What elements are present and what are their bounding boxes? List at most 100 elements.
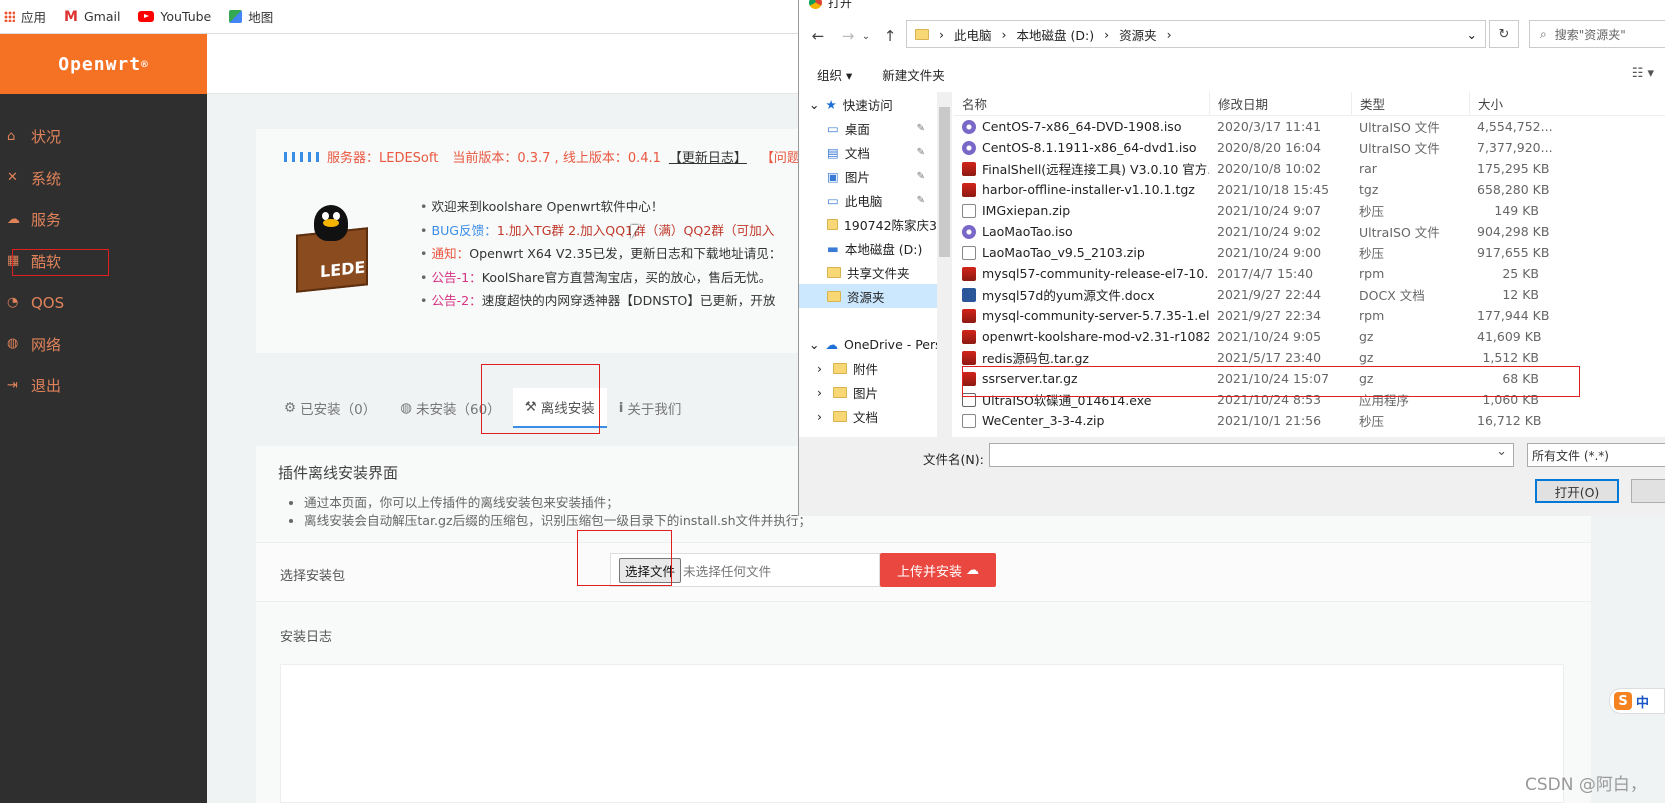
sidebar-item-logout[interactable]: ⇥ 退出 bbox=[0, 365, 207, 407]
file-type: rpm bbox=[1359, 266, 1385, 281]
apps-grid-icon bbox=[4, 11, 15, 22]
doc-icon: ▤ bbox=[827, 144, 839, 160]
globe-icon: ◍ bbox=[400, 400, 412, 416]
changelog-link[interactable]: 【更新日志】 bbox=[669, 147, 747, 166]
sogou-icon: S bbox=[1614, 692, 1632, 710]
bookmark-gmail[interactable]: M Gmail bbox=[64, 9, 120, 25]
desktop-icon: ▭ bbox=[827, 120, 839, 136]
expand-chevron-icon[interactable]: › bbox=[817, 361, 827, 376]
tree-item[interactable]: ▣ 图片 ✎ bbox=[799, 164, 937, 188]
file-name: IMGxiepan.zip bbox=[982, 203, 1071, 218]
column-size[interactable]: 大小 bbox=[1469, 91, 1545, 116]
tree-item[interactable]: 资源夹 bbox=[799, 284, 937, 308]
issue-link[interactable]: 【问题 bbox=[761, 147, 800, 166]
cancel-button[interactable] bbox=[1631, 479, 1665, 503]
ime-indicator[interactable]: S中 bbox=[1609, 688, 1665, 714]
sidebar-item-status[interactable]: ⌂ 状况 bbox=[0, 116, 207, 158]
sidebar-item-network[interactable]: ◍ 网络 bbox=[0, 324, 207, 366]
expand-chevron-icon[interactable]: › bbox=[817, 409, 827, 424]
file-row[interactable]: FinalShell(远程连接工具) V3.0.10 官方... 2020/10/… bbox=[954, 158, 1665, 179]
file-row[interactable]: mysql57d的yum源文件.docx 2021/9/27 22:44 DOCX … bbox=[954, 284, 1665, 305]
tree-item[interactable]: ▭ 桌面 ✎ bbox=[799, 116, 937, 140]
tree-item[interactable]: › 文档 bbox=[799, 404, 937, 428]
notice-welcome: 欢迎来到koolshare Openwrt软件中心！ bbox=[420, 195, 782, 219]
expand-chevron-icon[interactable]: ⌄ bbox=[809, 337, 819, 352]
tree-item[interactable]: › 附件 bbox=[799, 356, 937, 380]
new-folder-button[interactable]: 新建文件夹 bbox=[882, 65, 945, 84]
bookmark-apps[interactable]: 应用 bbox=[4, 7, 46, 26]
search-input[interactable]: ⌕ 搜索"资源夹" bbox=[1529, 20, 1665, 48]
breadcrumb[interactable]: › 此电脑 › 本地磁盘 (D:) › 资源夹 › ⌄ bbox=[906, 20, 1486, 48]
file-row[interactable]: LaoMaoTao.iso 2021/10/24 9:02 UltraISO 文件 9… bbox=[954, 221, 1665, 242]
tree-item[interactable]: 共享文件夹 bbox=[799, 260, 937, 284]
sidebar-nav: ⌂ 状况 ✕ 系统 ☁ 服务 ▦ 酷软 ◔ QOS ◍ 网络 ⇥ 退出 bbox=[0, 94, 207, 407]
file-type: rpm bbox=[1359, 308, 1385, 323]
file-name: CentOS-8.1.1911-x86_64-dvd1.iso bbox=[982, 140, 1197, 155]
tab-installed[interactable]: ⚙ 已安装（0） bbox=[272, 385, 388, 431]
file-name: openwrt-koolshare-mod-v2.31-r1082... bbox=[982, 329, 1209, 344]
filetype-select[interactable]: 所有文件 (*.*) bbox=[1527, 443, 1665, 467]
tree-item[interactable]: › 图片 bbox=[799, 380, 937, 404]
view-options-icon[interactable]: ☷ ▾ bbox=[1632, 66, 1654, 81]
column-name[interactable]: 名称 bbox=[954, 94, 1209, 113]
recent-chevron-icon[interactable]: ⌄ bbox=[861, 31, 871, 42]
iso-file-icon bbox=[962, 140, 976, 155]
file-row[interactable]: redis源码包.tar.gz 2021/5/17 23:40 gz 1,512 KB bbox=[954, 347, 1665, 368]
sidebar-item-system[interactable]: ✕ 系统 bbox=[0, 158, 207, 200]
pin-icon: ✎ bbox=[916, 122, 925, 134]
notice-announce-1: 公告-1：KoolShare官方直营淘宝店，买的放心，售后无忧。 bbox=[420, 266, 782, 290]
column-date[interactable]: 修改日期 bbox=[1209, 91, 1351, 116]
tree-item[interactable]: ▬ 本地磁盘 (D:) bbox=[799, 236, 937, 260]
file-size: 904,298 KB bbox=[1477, 224, 1550, 239]
tab-about[interactable]: i 关于我们 bbox=[607, 385, 694, 431]
file-row[interactable]: IMGxiepan.zip 2021/10/24 9:07 秒压 149 KB bbox=[954, 200, 1665, 221]
file-row[interactable]: LaoMaoTao_v9.5_2103.zip 2021/10/24 9:00 秒压… bbox=[954, 242, 1665, 263]
server-status-line: 服务器：LEDESoft 当前版本：0.3.7 , 线上版本：0.4.1 【更新… bbox=[284, 147, 800, 166]
globe-icon: ◍ bbox=[7, 336, 19, 352]
search-icon: ⌕ bbox=[1540, 26, 1547, 41]
expand-chevron-icon[interactable]: ⌄ bbox=[809, 97, 819, 112]
file-row[interactable]: CentOS-8.1.1911-x86_64-dvd1.iso 2020/8/20… bbox=[954, 137, 1665, 158]
file-row[interactable]: CentOS-7-x86_64-DVD-1908.iso 2020/3/17 11… bbox=[954, 116, 1665, 137]
star-icon: ★ bbox=[825, 96, 837, 112]
file-size: 4,554,752... bbox=[1477, 119, 1553, 134]
penguin-icon bbox=[314, 205, 348, 241]
file-row[interactable]: WeCenter_3-3-4.zip 2021/10/1 21:56 秒压 16,71… bbox=[954, 410, 1665, 431]
tools-icon: ✕ bbox=[7, 170, 18, 186]
tree-scrollbar[interactable] bbox=[937, 92, 952, 437]
navigation-tree: ⌄ ★ 快速访问 ▭ 桌面 ✎ ▤ 文档 ✎ ▣ 图片 ✎ ▭ 此电脑 ✎ 190742陈家庆3 ▬ 本地磁盘 (… bbox=[799, 92, 937, 437]
tree-item[interactable]: 190742陈家庆3 bbox=[799, 212, 937, 236]
forward-arrow-icon[interactable]: → bbox=[837, 27, 859, 45]
upload-install-button[interactable]: 上传并安装 ☁ bbox=[880, 553, 996, 587]
tree-item[interactable]: ⌄ ★ 快速访问 bbox=[799, 92, 937, 116]
breadcrumb-dropdown-icon[interactable]: ⌄ bbox=[1467, 27, 1477, 42]
bookmark-maps[interactable]: 地图 bbox=[229, 7, 273, 26]
file-row[interactable]: mysql57-community-release-el7-10.n... 201… bbox=[954, 263, 1665, 284]
bookmark-youtube[interactable]: YouTube bbox=[138, 9, 211, 24]
tree-item[interactable]: ▭ 此电脑 ✎ bbox=[799, 188, 937, 212]
file-date: 2021/10/24 9:02 bbox=[1217, 224, 1322, 239]
tree-item[interactable]: ⌄ ☁ OneDrive - Pers bbox=[799, 332, 937, 356]
sidebar-item-qos[interactable]: ◔ QOS bbox=[0, 282, 207, 324]
filename-label: 文件名(N): bbox=[923, 452, 984, 467]
column-type[interactable]: 类型 bbox=[1351, 91, 1469, 116]
filename-input[interactable] bbox=[989, 443, 1514, 467]
sidebar-item-services[interactable]: ☁ 服务 bbox=[0, 199, 207, 241]
file-row[interactable]: openwrt-koolshare-mod-v2.31-r1082... 2021… bbox=[954, 326, 1665, 347]
brand-logo[interactable]: Openwrt ® bbox=[0, 34, 207, 94]
refresh-button[interactable]: ↻ bbox=[1489, 20, 1519, 48]
file-type: 秒压 bbox=[1359, 414, 1385, 429]
file-date: 2021/10/24 9:07 bbox=[1217, 203, 1322, 218]
expand-chevron-icon[interactable]: › bbox=[817, 385, 827, 400]
file-row[interactable]: mysql-community-server-5.7.35-1.el7.... 2… bbox=[954, 305, 1665, 326]
file-row[interactable]: harbor-offline-installer-v1.10.1.tgz 2021… bbox=[954, 179, 1665, 200]
organize-menu[interactable]: 组织 ▾ bbox=[817, 65, 852, 84]
pc-icon: ▭ bbox=[827, 192, 839, 208]
tree-item[interactable]: ▤ 文档 ✎ bbox=[799, 140, 937, 164]
back-arrow-icon[interactable]: ← bbox=[807, 27, 829, 45]
sidebar-item-kusoft[interactable]: ▦ 酷软 bbox=[0, 241, 207, 283]
open-button[interactable]: 打开(O) bbox=[1535, 479, 1619, 503]
up-arrow-icon[interactable]: ↑ bbox=[879, 27, 901, 45]
install-title: 插件离线安装界面 bbox=[278, 464, 399, 482]
file-size: 12 KB bbox=[1502, 287, 1539, 302]
